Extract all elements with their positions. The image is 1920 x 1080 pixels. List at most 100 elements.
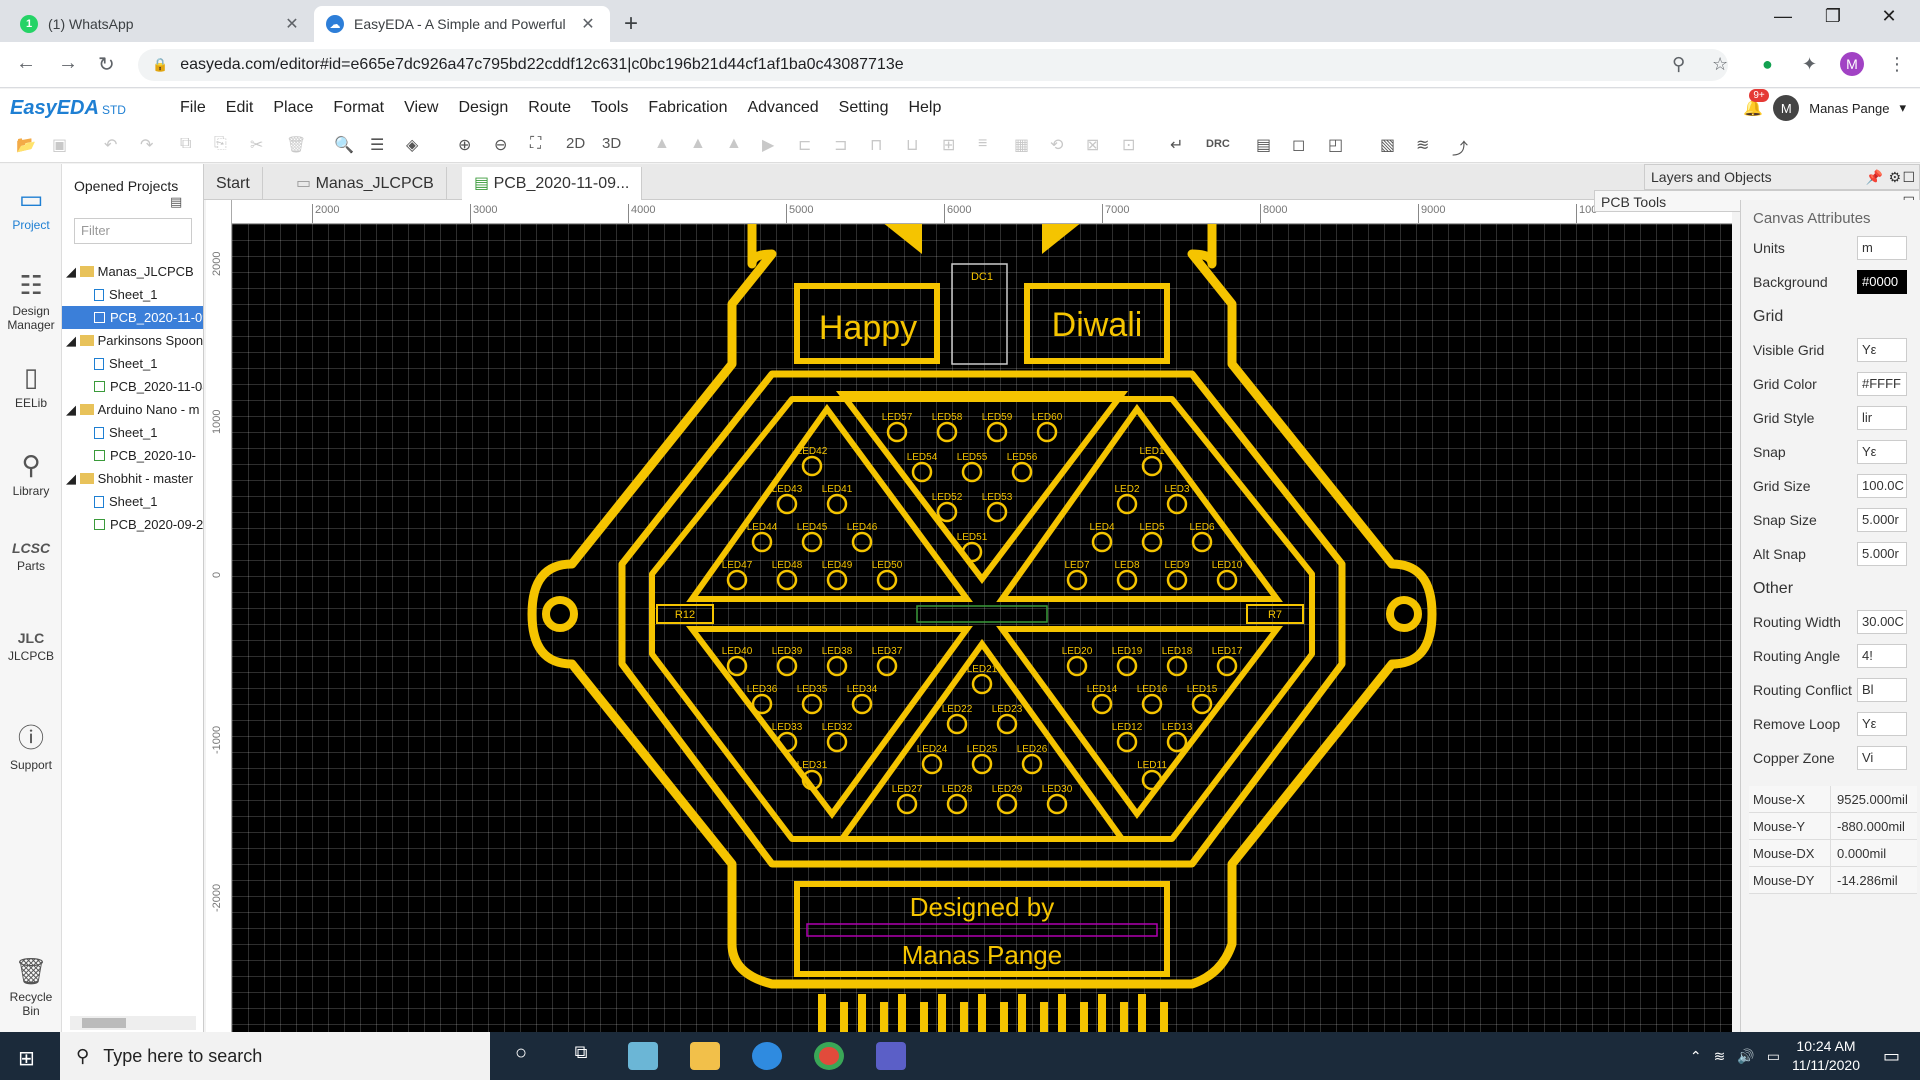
delete-icon[interactable]: 🗑 — [286, 135, 306, 155]
tree-pcb-selected[interactable]: PCB_2020-11-09 — [62, 306, 203, 329]
align-left-icon[interactable]: ⊏ — [798, 135, 811, 155]
led-footprint[interactable] — [936, 501, 958, 523]
notification-bell-icon[interactable]: 🔔 9+ — [1743, 89, 1769, 118]
new-tab-icon[interactable]: + — [624, 10, 638, 38]
scroll-thumb[interactable] — [82, 1018, 126, 1028]
led-footprint[interactable] — [1116, 569, 1138, 591]
align-center-icon[interactable]: ⊞ — [942, 135, 955, 155]
menu-format[interactable]: Format — [333, 99, 384, 117]
back-icon[interactable]: ← — [16, 52, 36, 75]
app-icon[interactable] — [628, 1042, 658, 1070]
nav-eelib[interactable]: ▯ EELib — [0, 362, 62, 410]
routing-width-input[interactable]: 30.00C — [1857, 610, 1907, 634]
led-footprint[interactable] — [1141, 693, 1163, 715]
grid-style-select[interactable]: lir — [1857, 406, 1907, 430]
led-footprint[interactable] — [1166, 569, 1188, 591]
grid-size-input[interactable]: 100.0C — [1857, 474, 1907, 498]
led-footprint[interactable] — [1011, 461, 1033, 483]
remove-loop-select[interactable]: Yε — [1857, 712, 1907, 736]
led-footprint[interactable] — [1216, 655, 1238, 677]
zoom-icon[interactable]: ⚲ — [1672, 54, 1685, 75]
tree-sheet[interactable]: Sheet_1 — [62, 352, 203, 375]
doc-tab-pcb[interactable]: ▤ PCB_2020-11-09... — [462, 167, 643, 200]
save-icon[interactable]: ▣ — [52, 135, 67, 155]
user-name[interactable]: Manas Pange — [1809, 101, 1889, 116]
led-footprint[interactable] — [776, 569, 798, 591]
led-footprint[interactable] — [1066, 655, 1088, 677]
led-footprint[interactable] — [851, 531, 873, 553]
led-footprint[interactable] — [801, 531, 823, 553]
led-footprint[interactable] — [1216, 569, 1238, 591]
horizontal-scrollbar[interactable] — [70, 1016, 196, 1030]
led-footprint[interactable] — [1091, 693, 1113, 715]
menu-file[interactable]: File — [180, 99, 206, 117]
forward-icon[interactable]: → — [58, 52, 78, 75]
nav-library[interactable]: ⚲ Library — [0, 450, 62, 498]
led-footprint[interactable] — [776, 493, 798, 515]
task-view-icon[interactable]: ⧉ — [566, 1042, 596, 1070]
view-2d-button[interactable]: 2D — [566, 135, 585, 152]
led-footprint[interactable] — [1116, 655, 1138, 677]
tree-project[interactable]: ◢ Parkinsons Spoon — [62, 329, 203, 352]
led-footprint[interactable] — [1141, 769, 1163, 791]
fit-view-icon[interactable]: ⛶ — [530, 135, 541, 153]
nav-support[interactable]: ⓘ Support — [0, 718, 62, 772]
led-footprint[interactable] — [751, 693, 773, 715]
led-footprint[interactable] — [751, 531, 773, 553]
tree-sheet[interactable]: Sheet_1 — [62, 421, 203, 444]
edge-icon[interactable] — [752, 1042, 782, 1070]
distribute-icon[interactable]: ≡ — [978, 135, 987, 153]
led-footprint[interactable] — [826, 569, 848, 591]
bom-icon[interactable]: ▤ — [1256, 135, 1271, 155]
led-footprint[interactable] — [826, 655, 848, 677]
align-tool-icon[interactable]: ▲ — [690, 135, 706, 153]
zoom-in-icon[interactable]: ⊕ — [458, 135, 471, 155]
align-tool-icon[interactable]: ▲ — [654, 135, 670, 153]
windows-start-icon[interactable]: ⊞ — [18, 1046, 35, 1071]
doc-tab-project[interactable]: ▭ Manas_JLCPCB — [284, 167, 447, 200]
led-footprint[interactable] — [886, 421, 908, 443]
led-footprint[interactable] — [726, 655, 748, 677]
tree-pcb[interactable]: PCB_2020-10- — [62, 444, 203, 467]
visible-grid-select[interactable]: Yε — [1857, 338, 1907, 362]
menu-advanced[interactable]: Advanced — [747, 99, 818, 117]
menu-place[interactable]: Place — [273, 99, 313, 117]
led-footprint[interactable] — [1141, 531, 1163, 553]
extensions-icon[interactable]: ✦ — [1802, 54, 1817, 75]
menu-fabrication[interactable]: Fabrication — [648, 99, 727, 117]
align-right-icon[interactable]: ⊐ — [834, 135, 847, 155]
led-footprint[interactable] — [1166, 731, 1188, 753]
copy-icon[interactable]: ⧉ — [180, 135, 191, 153]
led-footprint[interactable] — [876, 655, 898, 677]
tab-easyeda[interactable]: ☁ EasyEDA - A Simple and Powerful ✕ — [314, 6, 610, 42]
grid-color-input[interactable]: #FFFF — [1857, 372, 1907, 396]
led-footprint[interactable] — [936, 421, 958, 443]
led-footprint[interactable] — [1166, 493, 1188, 515]
import-icon[interactable]: ↵ — [1170, 135, 1183, 155]
filter-input[interactable]: Filter — [74, 218, 192, 244]
snap-select[interactable]: Yε — [1857, 440, 1907, 464]
reload-icon[interactable]: ↻ — [98, 52, 115, 77]
tree-sheet[interactable]: Sheet_1 — [62, 490, 203, 513]
minimize-icon[interactable]: — — [1760, 6, 1806, 27]
tree-sheet[interactable]: Sheet_1 — [62, 283, 203, 306]
menu-edit[interactable]: Edit — [226, 99, 254, 117]
pin-icon[interactable]: 📌 — [1866, 169, 1883, 186]
tree-project[interactable]: ◢ Manas_JLCPCB — [62, 260, 203, 283]
view-3d-button[interactable]: 3D — [602, 135, 621, 152]
close-tab-icon[interactable]: ✕ — [578, 14, 598, 34]
align-top-icon[interactable]: ⊓ — [870, 135, 882, 155]
led-footprint[interactable] — [986, 421, 1008, 443]
led-footprint[interactable] — [1116, 731, 1138, 753]
export-icon[interactable]: ◰ — [1328, 135, 1343, 155]
led-footprint[interactable] — [1141, 455, 1163, 477]
grid-section[interactable]: Grid — [1753, 308, 1783, 326]
tree-pcb[interactable]: PCB_2020-09-2 — [62, 513, 203, 536]
nav-design-manager[interactable]: ☷ Design Manager — [0, 270, 62, 332]
led-footprint[interactable] — [876, 569, 898, 591]
redo-icon[interactable]: ↷ — [140, 135, 153, 155]
cut-icon[interactable]: ✂ — [250, 135, 263, 155]
chevron-up-icon[interactable]: ⌃ — [1690, 1048, 1702, 1065]
menu-setting[interactable]: Setting — [839, 99, 889, 117]
led-footprint[interactable] — [726, 569, 748, 591]
